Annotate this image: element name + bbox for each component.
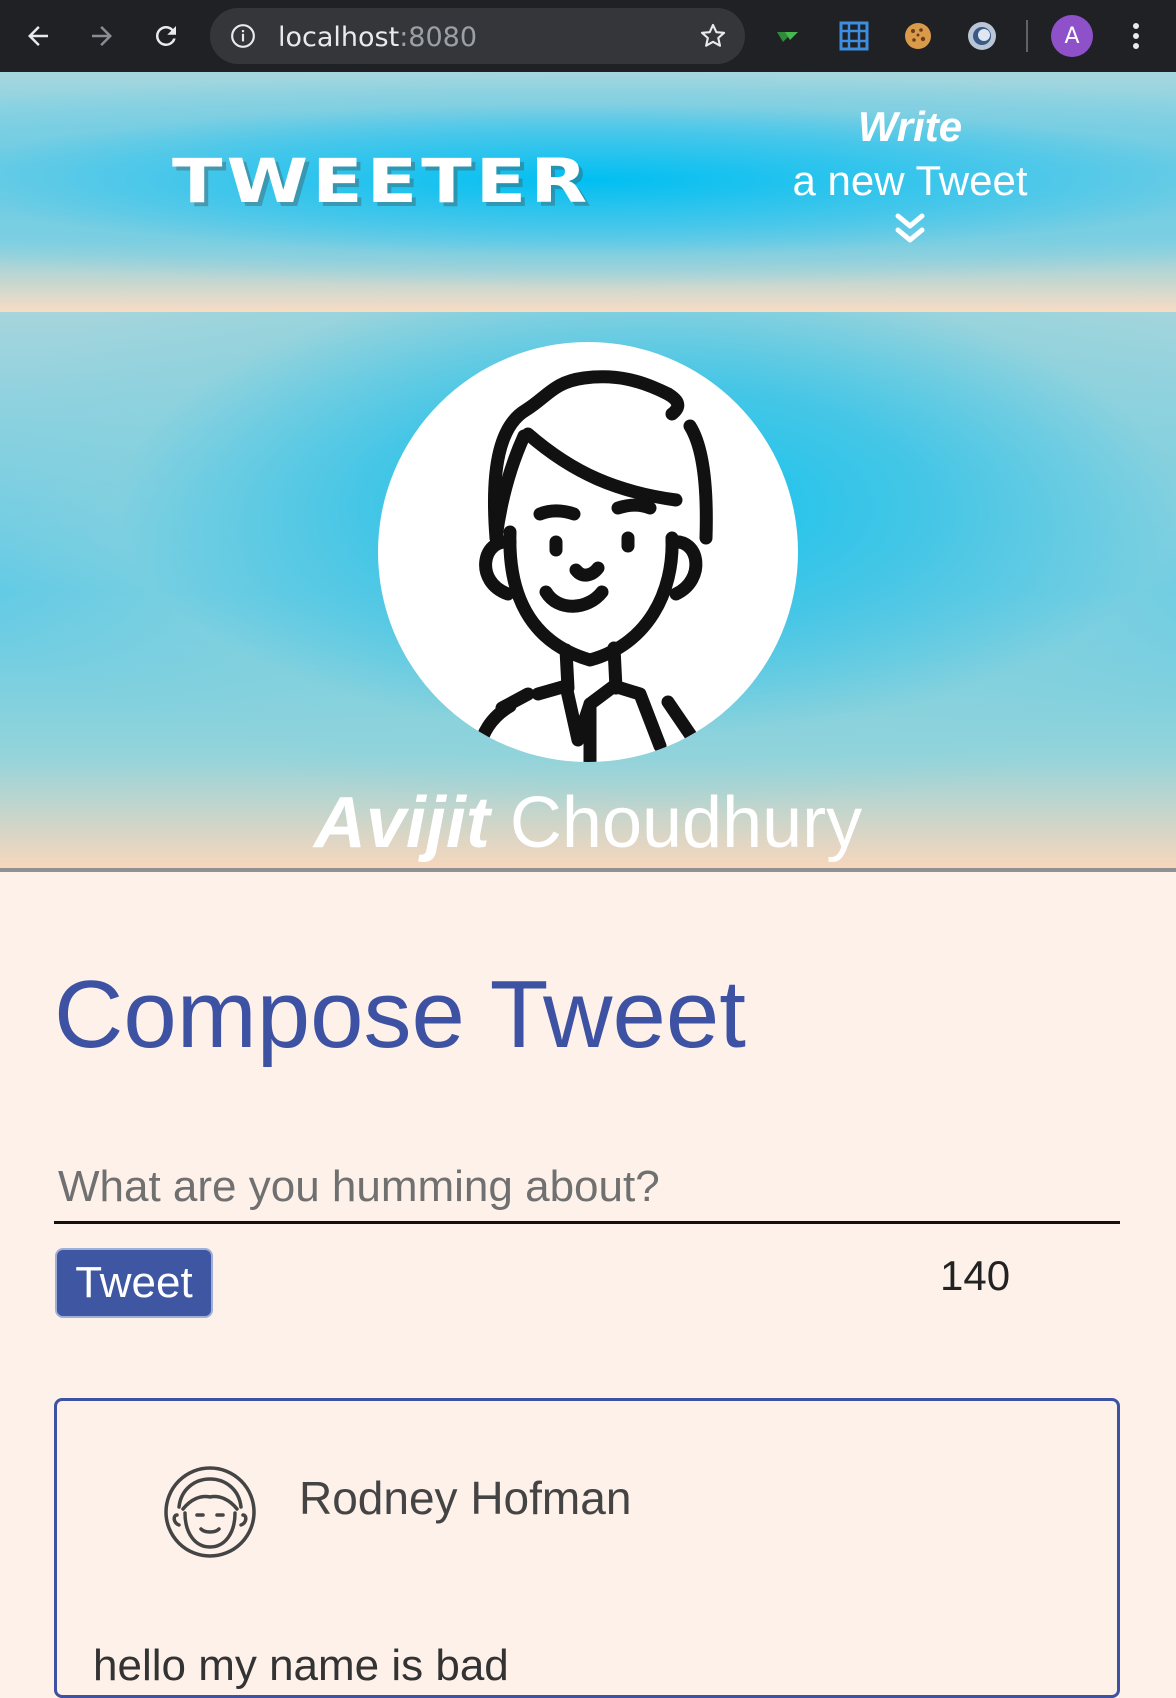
double-chevron-down-icon [895,213,925,243]
user-avatar-icon [471,370,713,762]
bookmark-star-icon[interactable] [699,22,727,50]
reload-icon [155,25,176,46]
top-navigation: TWEETER Write a new Tweet [0,72,1176,312]
back-arrow-icon [28,26,48,46]
toolbar-separator [1026,20,1028,52]
grid-extension-icon [839,21,869,51]
forward-button[interactable] [82,16,122,56]
extension-round[interactable] [962,16,1002,56]
menu-button[interactable] [1116,16,1156,56]
round-extension-icon [968,22,996,50]
browser-toolbar: localhost:8080 A [0,0,1176,72]
tweet-text-input[interactable] [54,1152,1120,1224]
tweet-avatar-icon [164,1466,256,1558]
compose-title: Compose Tweet [54,961,746,1068]
profile-avatar [378,342,798,762]
reload-button[interactable] [146,16,186,56]
write-new-tweet-toggle[interactable]: Write a new Tweet [760,102,1060,254]
profile-last-name: Choudhury [509,783,863,863]
forward-arrow-icon [92,26,112,46]
tweet-user-name: Rodney Hofman [299,1472,632,1524]
vue-logo-icon [777,32,798,42]
write-label: Write [857,103,963,150]
extension-vue-devtools[interactable] [770,16,810,56]
profile-header: Avijit Choudhury [0,312,1176,872]
tweeter-logo: TWEETER [172,146,592,217]
cookie-icon [905,23,931,49]
url-host: localhost [278,22,400,53]
extension-cookie[interactable] [898,16,938,56]
extension-grid[interactable] [834,16,874,56]
more-vert-icon [1133,23,1139,49]
character-counter: 140 [940,1252,1011,1299]
new-tweet-label: a new Tweet [792,157,1028,204]
profile-name: Avijit Choudhury [0,782,1176,864]
tweet-card: Rodney Hofman hello my name is bad [54,1398,1120,1698]
profile-first-name: Avijit [313,783,490,863]
url-text: localhost:8080 [278,22,477,53]
url-port: :8080 [399,22,478,53]
back-button[interactable] [18,16,58,56]
tweet-submit-button[interactable]: Tweet [55,1248,213,1318]
tweet-text: hello my name is bad [93,1641,509,1690]
address-bar[interactable]: localhost:8080 [210,8,745,64]
profile-avatar-button[interactable]: A [1051,15,1093,57]
info-icon [231,24,255,48]
